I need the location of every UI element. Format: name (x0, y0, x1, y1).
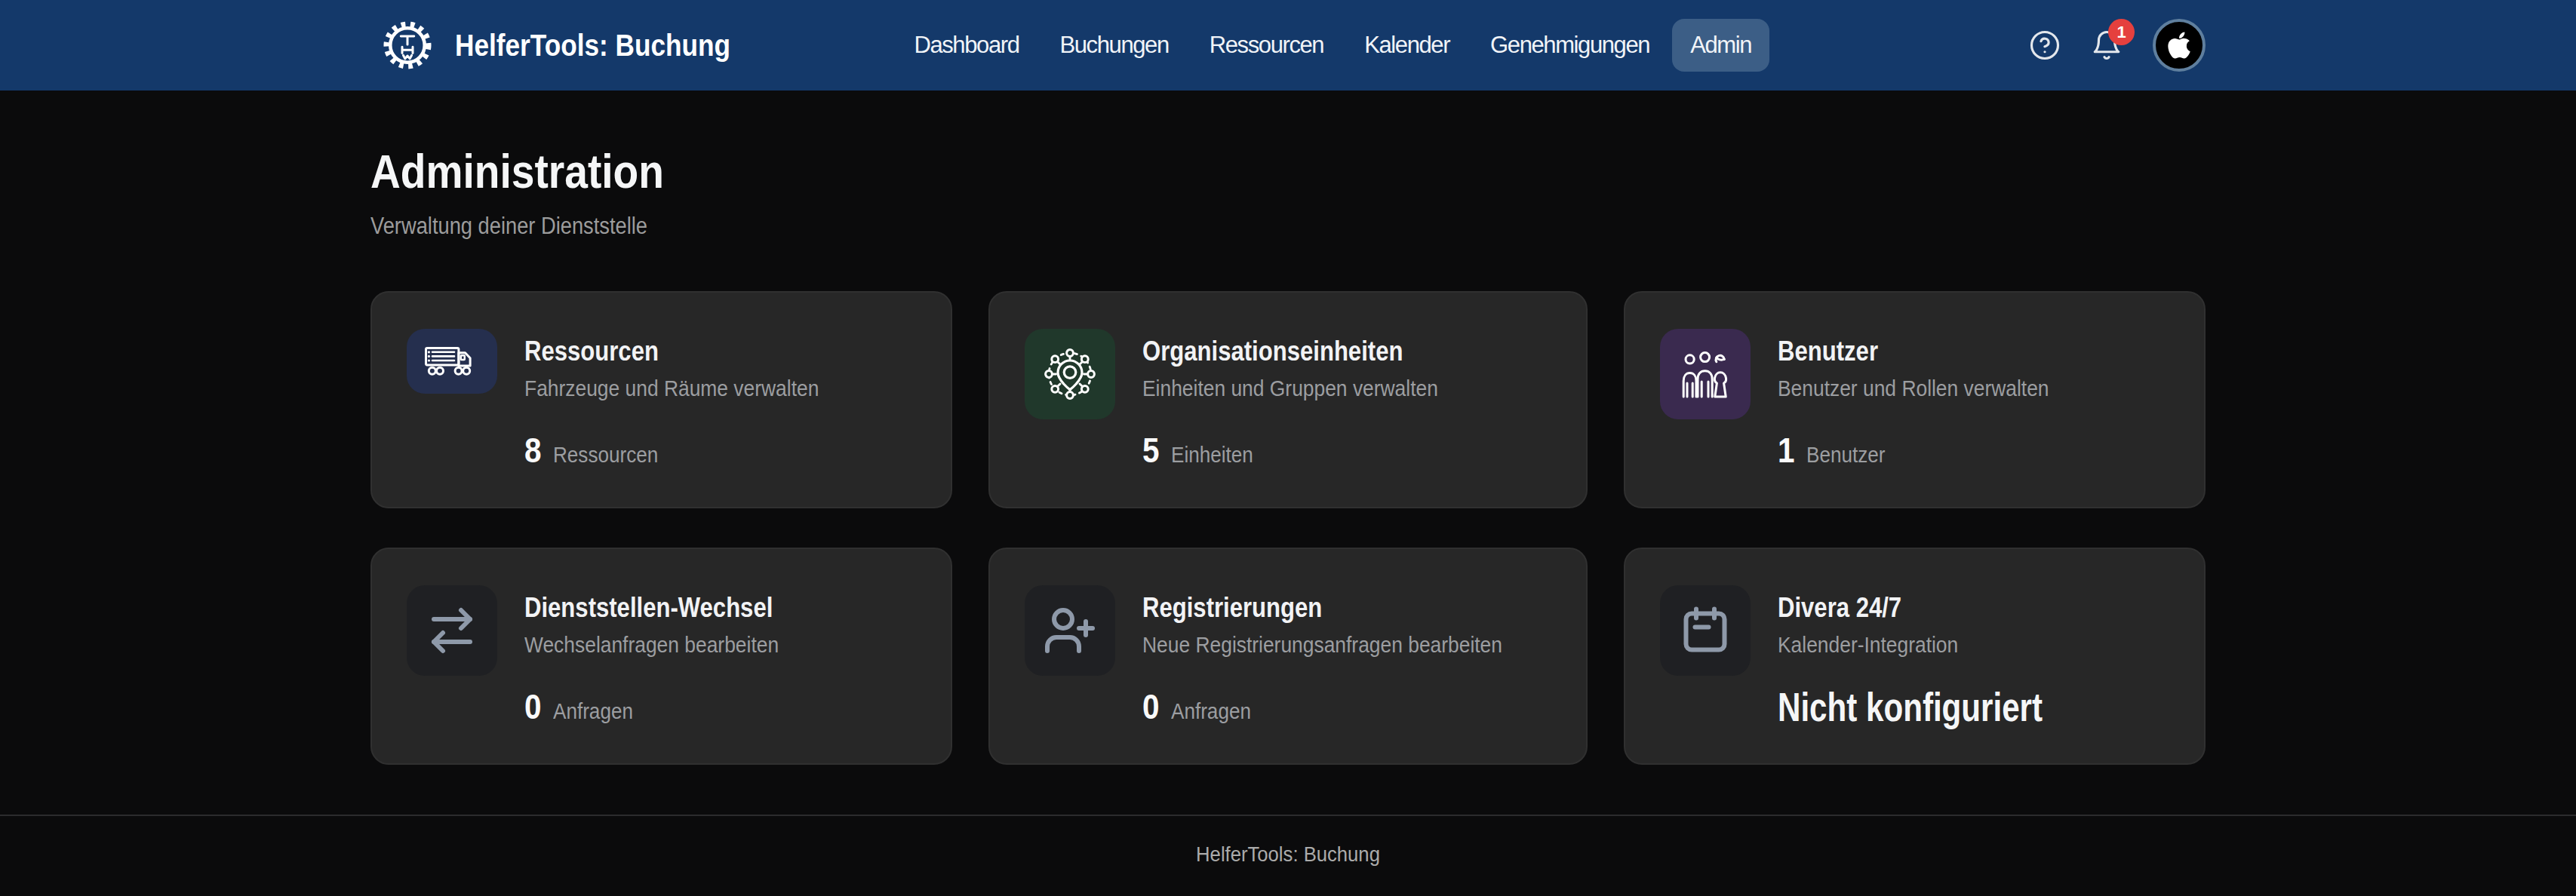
card-stat-value: 8 (524, 431, 542, 469)
card-title: Dienststellen-Wechsel (524, 591, 773, 624)
admin-card-organisationseinheiten[interactable]: Organisationseinheiten Einheiten und Grup… (988, 291, 1588, 508)
card-stat-row: 0 Anfragen (407, 688, 916, 726)
card-stat-value: 5 (1142, 431, 1160, 469)
card-stat-row: 0 Anfragen (1025, 688, 1551, 726)
card-header: Divera 24/7 Kalender-Integration (1660, 585, 2169, 676)
footer: HelferTools: Buchung (0, 815, 2576, 888)
card-stat-label: Einheiten (1171, 443, 1253, 468)
nav-link-dashboard[interactable]: Dashboard (896, 19, 1037, 72)
thw-logo-icon (381, 19, 434, 72)
card-subtitle: Neue Registrierungsanfragen bearbeiten (1142, 632, 1502, 658)
card-header: Ressourcen Fahrzeuge und Räume verwalten (407, 329, 916, 419)
card-stat-row: 1 Benutzer (1660, 431, 2169, 469)
nav-link-kalender[interactable]: Kalender (1346, 19, 1468, 72)
help-button[interactable] (2029, 29, 2061, 61)
card-stat-label: Benutzer (1806, 443, 1885, 468)
card-header: Benutzer Benutzer und Rollen verwalten (1660, 329, 2169, 419)
nav-link-buchungen[interactable]: Buchungen (1042, 19, 1187, 72)
admin-card-dienststellen-wechsel[interactable]: Dienststellen-Wechsel Wechselanfragen bea… (370, 548, 952, 765)
card-subtitle: Kalender-Integration (1778, 632, 1958, 658)
card-subtitle: Benutzer und Rollen verwalten (1778, 376, 2049, 401)
admin-cards-grid: Ressourcen Fahrzeuge und Räume verwalten 8… (370, 291, 2206, 765)
help-circle-icon (2029, 29, 2061, 61)
truck-icon (407, 329, 497, 394)
card-stat-row: 8 Ressourcen (407, 431, 916, 469)
users-icon (1660, 329, 1751, 419)
brand[interactable]: HelferTools: Buchung (370, 19, 768, 72)
user-plus-icon (1025, 585, 1115, 676)
page-subtitle: Verwaltung deiner Dienststelle (370, 213, 1985, 240)
card-header: Dienststellen-Wechsel Wechselanfragen bea… (407, 585, 916, 676)
card-title: Benutzer (1778, 335, 2037, 368)
admin-card-ressourcen[interactable]: Ressourcen Fahrzeuge und Räume verwalten 8… (370, 291, 952, 508)
card-stat-label: Anfragen (553, 699, 633, 724)
top-navbar: HelferTools: Buchung DashboardBuchungenR… (0, 0, 2576, 91)
org-network-icon (1025, 329, 1115, 419)
admin-card-registrierungen[interactable]: Registrierungen Neue Registrierungsanfrag… (988, 548, 1588, 765)
card-subtitle: Fahrzeuge und Räume verwalten (524, 376, 819, 401)
admin-card-benutzer[interactable]: Benutzer Benutzer und Rollen verwalten 1 Be… (1624, 291, 2206, 508)
card-title: Organisationseinheiten (1142, 335, 1425, 368)
calendar-icon (1660, 585, 1751, 676)
card-stat-value: 0 (524, 688, 542, 726)
card-stat-value: 1 (1778, 431, 1795, 469)
card-header: Organisationseinheiten Einheiten und Grup… (1025, 329, 1551, 419)
user-avatar[interactable] (2153, 19, 2206, 72)
card-subtitle: Wechselanfragen bearbeiten (524, 632, 785, 658)
card-header: Registrierungen Neue Registrierungsanfrag… (1025, 585, 1551, 676)
card-stat-row: Nicht konfiguriert (1660, 688, 2169, 726)
admin-card-divera-24-7[interactable]: Divera 24/7 Kalender-Integration Nicht kon… (1624, 548, 2206, 765)
card-subtitle: Einheiten und Gruppen verwalten (1142, 376, 1438, 401)
nav-link-admin[interactable]: Admin (1672, 19, 1769, 72)
notification-badge: 1 (2108, 19, 2135, 45)
notifications-button[interactable]: 1 (2091, 29, 2123, 61)
nav-actions: 1 (2029, 19, 2206, 72)
card-stat-label: Ressourcen (553, 443, 658, 468)
card-title: Divera 24/7 (1778, 591, 1950, 624)
app-title: HelferTools: Buchung (455, 29, 730, 63)
card-stat-label: Anfragen (1171, 699, 1251, 724)
footer-text: HelferTools: Buchung (64, 843, 2511, 867)
card-status-text: Nicht konfiguriert (1778, 688, 2043, 726)
page-title: Administration (370, 143, 1976, 201)
nav-link-ressourcen[interactable]: Ressourcen (1191, 19, 1342, 72)
apple-logo-icon (2167, 30, 2191, 60)
card-stat-value: 0 (1142, 688, 1160, 726)
card-title: Registrierungen (1142, 591, 1486, 624)
nav-link-genehmigungen[interactable]: Genehmigungen (1472, 19, 1668, 72)
card-title: Ressourcen (524, 335, 806, 368)
card-stat-row: 5 Einheiten (1025, 431, 1551, 469)
nav-links: DashboardBuchungenRessourcenKalenderGene… (896, 19, 1769, 72)
transfer-arrows-icon (407, 585, 497, 676)
